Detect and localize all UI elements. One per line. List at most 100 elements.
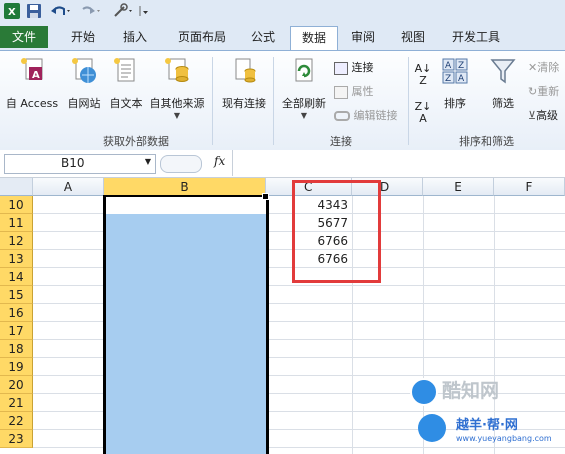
- advanced-label: 高级: [536, 109, 559, 122]
- globe-icon: [70, 57, 98, 85]
- chevron-down-icon: ▼: [300, 111, 308, 120]
- tab-home[interactable]: 开始: [58, 26, 108, 48]
- divider: [212, 57, 213, 145]
- row-header[interactable]: 19: [0, 358, 33, 376]
- connections-label: 连接: [351, 61, 374, 74]
- reapply-icon: ↻: [528, 85, 538, 98]
- formula-input[interactable]: [232, 150, 565, 176]
- watermark-logo-icon: [410, 378, 438, 406]
- ribbon-data: A 自 Access 自网站 自文本 自其他来源 ▼ 现有连接 获取外部数据 全: [0, 50, 565, 151]
- row-header[interactable]: 13: [0, 250, 33, 268]
- tools-icon[interactable]: [112, 3, 132, 19]
- redo-icon[interactable]: [80, 3, 100, 19]
- advanced-button[interactable]: ⊻高级: [528, 107, 558, 123]
- tab-page-layout[interactable]: 页面布局: [166, 26, 238, 48]
- group-label-get-external: 获取外部数据: [103, 135, 169, 148]
- sort-descending-icon: Z↓ A: [414, 100, 432, 125]
- reapply-button[interactable]: ↻重新: [528, 83, 559, 99]
- row-header[interactable]: 18: [0, 340, 33, 358]
- svg-text:A: A: [445, 61, 452, 71]
- spreadsheet-grid[interactable]: A B C D E F 10 11 12 13 14 15 16 17 18 1…: [0, 178, 565, 454]
- column-header-f[interactable]: F: [494, 178, 565, 196]
- row-header[interactable]: 11: [0, 214, 33, 232]
- sort-button[interactable]: AZZA 排序: [438, 57, 472, 111]
- refresh-all-label: 全部刷新: [282, 97, 326, 110]
- text-file-icon: [112, 57, 140, 85]
- formula-bar-grip[interactable]: [160, 155, 202, 173]
- tab-view[interactable]: 视图: [388, 26, 438, 48]
- name-box[interactable]: B10 ▼: [4, 154, 156, 174]
- from-text-button[interactable]: 自文本: [104, 57, 148, 111]
- row-header[interactable]: 10: [0, 196, 33, 214]
- tab-review[interactable]: 审阅: [338, 26, 388, 48]
- from-other-sources-label: 自其他来源: [149, 97, 205, 110]
- refresh-all-button[interactable]: 全部刷新 ▼: [276, 57, 332, 120]
- properties-button[interactable]: 属性: [334, 83, 374, 99]
- tab-formulas[interactable]: 公式: [238, 26, 288, 48]
- filter-button[interactable]: 筛选: [484, 57, 522, 111]
- svg-text:X: X: [8, 7, 16, 18]
- sort-label: 排序: [444, 97, 466, 110]
- from-access-button[interactable]: A 自 Access: [2, 57, 62, 111]
- undo-icon[interactable]: [50, 3, 70, 19]
- database-icon: [163, 57, 191, 85]
- properties-label: 属性: [351, 85, 374, 98]
- svg-text:A: A: [458, 74, 465, 84]
- divider: [273, 57, 274, 145]
- from-access-label: 自 Access: [5, 97, 59, 110]
- insert-function-button[interactable]: fx: [214, 154, 225, 168]
- from-web-label: 自网站: [67, 97, 101, 110]
- edit-links-label: 编辑链接: [353, 109, 398, 122]
- connections-button[interactable]: 连接: [334, 59, 374, 75]
- row-header[interactable]: 16: [0, 304, 33, 322]
- ribbon-tabs: 文件 开始 插入 页面布局 公式 数据 审阅 视图 开发工具: [0, 24, 565, 51]
- sort-ascending-icon: A↓ Z: [414, 62, 432, 87]
- watermark-subtitle: 越羊·帮·网: [456, 418, 518, 433]
- properties-icon: [334, 85, 348, 99]
- selection-border: [103, 195, 269, 454]
- tab-file[interactable]: 文件: [0, 26, 48, 48]
- row-header[interactable]: 23: [0, 430, 33, 448]
- filter-label: 筛选: [492, 97, 514, 110]
- from-web-button[interactable]: 自网站: [62, 57, 106, 111]
- customize-qat-icon[interactable]: [138, 3, 154, 19]
- watermark-bug-icon: [418, 414, 446, 442]
- clear-filter-icon: ✕: [528, 61, 538, 74]
- excel-logo-icon: X: [4, 3, 20, 19]
- existing-connections-label: 现有连接: [222, 97, 266, 110]
- tab-data[interactable]: 数据: [290, 26, 338, 51]
- tab-developer[interactable]: 开发工具: [438, 26, 514, 48]
- select-all-corner[interactable]: [0, 178, 33, 196]
- sort-ascending-button[interactable]: A↓ Z: [412, 63, 434, 87]
- row-header[interactable]: 22: [0, 412, 33, 430]
- sort-descending-button[interactable]: Z↓ A: [412, 101, 434, 125]
- edit-links-button[interactable]: 编辑链接: [334, 107, 398, 123]
- quick-access-toolbar: X: [0, 0, 565, 25]
- row-header[interactable]: 15: [0, 286, 33, 304]
- column-header-b[interactable]: B: [104, 178, 266, 196]
- existing-connections-button[interactable]: 现有连接: [216, 57, 272, 111]
- filter-icon: [489, 57, 517, 85]
- clear-button[interactable]: ✕清除: [528, 59, 559, 75]
- watermark-url: www.yueyangbang.com: [456, 434, 552, 443]
- refresh-icon: [290, 57, 318, 85]
- row-header[interactable]: 12: [0, 232, 33, 250]
- column-header-e[interactable]: E: [423, 178, 494, 196]
- name-box-value: B10: [61, 156, 85, 170]
- group-label-sort-filter: 排序和筛选: [459, 135, 514, 148]
- row-header[interactable]: 17: [0, 322, 33, 340]
- row-header[interactable]: 21: [0, 394, 33, 412]
- fx-icon: fx: [214, 154, 226, 168]
- chevron-down-icon[interactable]: ▼: [145, 157, 151, 166]
- link-icon: [334, 111, 350, 121]
- save-icon[interactable]: [26, 3, 42, 19]
- from-other-sources-button[interactable]: 自其他来源 ▼: [146, 57, 208, 120]
- sort-icon: AZZA: [441, 57, 469, 85]
- row-header[interactable]: 14: [0, 268, 33, 286]
- row-header[interactable]: 20: [0, 376, 33, 394]
- divider: [408, 57, 409, 145]
- from-text-label: 自文本: [109, 97, 143, 110]
- svg-text:A: A: [32, 70, 40, 81]
- tab-insert[interactable]: 插入: [110, 26, 160, 48]
- column-header-a[interactable]: A: [33, 178, 104, 196]
